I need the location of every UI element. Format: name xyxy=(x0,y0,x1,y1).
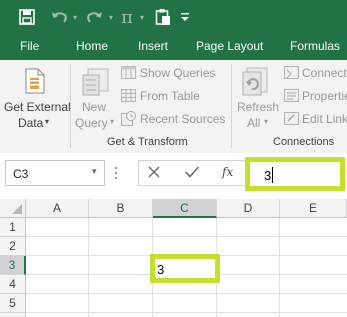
text-cursor xyxy=(272,167,273,183)
column-header-e[interactable]: E xyxy=(280,199,347,218)
edit-links-icon xyxy=(284,112,299,128)
new-query-icon xyxy=(82,67,110,100)
connections-group-label: Connections xyxy=(273,136,335,148)
chevron-down-icon: ▾ xyxy=(110,117,115,126)
from-table-button[interactable]: From Table xyxy=(120,87,224,105)
tab-home[interactable]: Home xyxy=(76,39,108,57)
recent-sources-icon xyxy=(121,111,136,129)
tab-page-layout[interactable]: Page Layout xyxy=(196,39,263,57)
new-query-label-line2: Query xyxy=(75,116,108,130)
show-queries-button[interactable]: Show Queries xyxy=(120,64,224,82)
grid-line xyxy=(26,236,347,237)
column-header-c[interactable]: C xyxy=(153,199,217,218)
row-header-5[interactable]: 5 xyxy=(0,294,26,313)
row-header-3[interactable]: 3 xyxy=(0,256,26,275)
pi-dropdown-icon[interactable]: ▾ xyxy=(137,5,147,29)
ribbon-group-divider xyxy=(231,64,232,148)
row-header-6[interactable] xyxy=(0,313,26,317)
undo-dropdown-icon[interactable]: ▾ xyxy=(70,5,80,29)
chevron-down-icon[interactable]: ▾ xyxy=(92,166,97,177)
name-box-value: C3 xyxy=(13,167,29,181)
customize-dropdown-icon[interactable] xyxy=(178,5,192,29)
get-external-label-line2: Data xyxy=(18,116,44,130)
external-data-icon xyxy=(24,68,46,97)
properties-button[interactable]: Propertie xyxy=(283,87,347,105)
tab-formulas[interactable]: Formulas xyxy=(290,39,340,57)
get-transform-group-label: Get & Transform xyxy=(107,136,188,148)
connections-label: Connect xyxy=(302,66,347,80)
title-bar: ▾ ▾ π ▾ xyxy=(0,0,347,35)
undo-icon[interactable] xyxy=(49,5,69,29)
from-table-label: From Table xyxy=(140,89,200,103)
row-header-2[interactable]: 2 xyxy=(0,237,26,256)
properties-icon xyxy=(284,89,299,105)
table-icon xyxy=(121,89,136,105)
tab-insert[interactable]: Insert xyxy=(138,39,168,57)
grid-line xyxy=(26,293,347,294)
enter-check-icon[interactable] xyxy=(184,165,202,183)
formula-input-value: 3 xyxy=(264,168,272,183)
active-cell-c3[interactable]: 3 xyxy=(150,254,220,283)
active-cell-value: 3 xyxy=(157,262,165,277)
save-icon[interactable] xyxy=(16,5,38,29)
get-external-data-button[interactable]: Get External Data ▾ xyxy=(0,62,71,134)
connections-button[interactable]: Connect xyxy=(283,64,347,82)
recent-sources-button[interactable]: Recent Sources xyxy=(120,110,226,129)
select-all-corner[interactable] xyxy=(0,199,26,218)
chevron-down-icon: ▾ xyxy=(264,117,269,126)
get-external-label-line1: Get External xyxy=(4,100,71,114)
column-header-d[interactable]: D xyxy=(217,199,280,218)
refresh-label-line1: Refresh xyxy=(237,100,280,114)
paste-icon[interactable] xyxy=(153,5,173,29)
insert-function-icon[interactable]: fx xyxy=(222,165,233,179)
redo-icon[interactable] xyxy=(85,5,105,29)
refresh-all-button[interactable]: Refresh All ▾ xyxy=(235,62,279,134)
column-header-b[interactable]: B xyxy=(89,199,153,218)
grid-line xyxy=(26,312,347,313)
refresh-label-line2: All xyxy=(247,116,261,130)
table-icon xyxy=(121,66,136,82)
new-query-label-line1: New xyxy=(82,100,107,114)
row-header-1[interactable]: 1 xyxy=(0,218,26,237)
formula-bar-grip[interactable] xyxy=(114,166,118,180)
grid-line xyxy=(279,218,280,317)
refresh-icon xyxy=(241,67,271,100)
connections-icon xyxy=(284,66,299,82)
tab-file[interactable]: File xyxy=(20,39,39,57)
row-header-4[interactable]: 4 xyxy=(0,275,26,294)
cancel-icon[interactable] xyxy=(147,165,165,183)
ribbon-group-divider xyxy=(70,64,71,148)
redo-dropdown-icon[interactable]: ▾ xyxy=(106,5,116,29)
properties-label: Propertie xyxy=(302,89,347,103)
pi-icon[interactable]: π xyxy=(119,5,135,29)
chevron-down-icon: ▾ xyxy=(45,117,50,126)
new-query-button[interactable]: New Query ▾ xyxy=(74,62,118,134)
show-queries-label: Show Queries xyxy=(140,66,216,80)
formula-input[interactable]: 3 xyxy=(245,157,345,191)
edit-links-label: Edit Link xyxy=(302,112,347,126)
column-header-a[interactable]: A xyxy=(26,199,89,218)
recent-sources-label: Recent Sources xyxy=(140,112,226,126)
name-box[interactable]: C3 ▾ xyxy=(5,160,105,186)
edit-links-button[interactable]: Edit Link xyxy=(283,110,347,128)
grid-line xyxy=(88,218,89,317)
